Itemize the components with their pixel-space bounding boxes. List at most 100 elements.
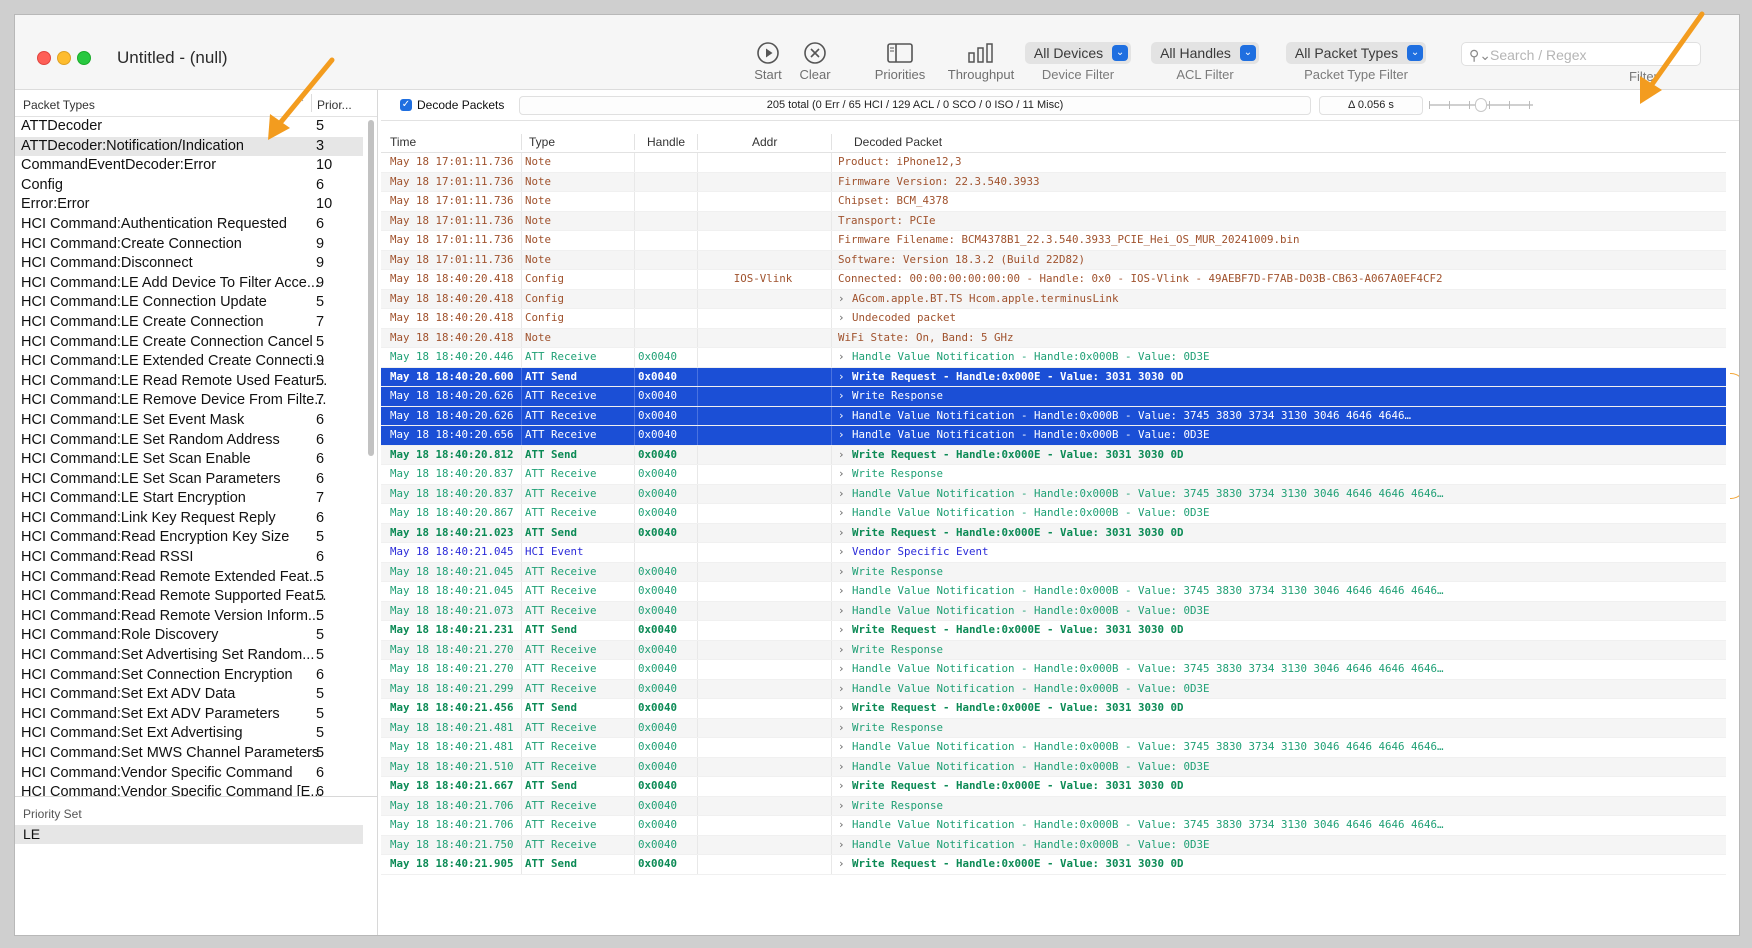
disclosure-chevron-icon[interactable]: › bbox=[838, 621, 850, 640]
disclosure-chevron-icon[interactable]: › bbox=[838, 777, 850, 796]
table-row[interactable]: May 18 17:01:11.736 Note Software: Version… bbox=[381, 250, 1726, 270]
device-filter[interactable]: All Devices ⌄ Device Filter bbox=[1023, 42, 1133, 82]
column-addr[interactable]: Addr bbox=[752, 135, 777, 149]
table-row[interactable]: May 18 18:40:20.418 Config › AGcom.apple.BT… bbox=[381, 289, 1726, 309]
packet-type-item[interactable]: HCI Command:Set MWS Channel Parameters 5 bbox=[15, 744, 363, 764]
scrollbar-thumb[interactable] bbox=[368, 120, 374, 456]
packet-type-item[interactable]: HCI Command:Set Advertising Set Random..… bbox=[15, 646, 363, 666]
table-row[interactable]: May 18 18:40:20.626 ATT Receive 0x0040 › Han… bbox=[381, 406, 1726, 426]
disclosure-chevron-icon[interactable]: › bbox=[838, 446, 850, 465]
packet-type-item[interactable]: HCI Command:Read Encryption Key Size 5 bbox=[15, 528, 363, 548]
disclosure-chevron-icon[interactable]: › bbox=[838, 387, 850, 406]
packet-type-item[interactable]: HCI Command:Vendor Specific Command 6 bbox=[15, 764, 363, 784]
decode-packets-checkbox[interactable]: ✓ bbox=[400, 99, 412, 111]
column-time[interactable]: Time bbox=[390, 135, 416, 149]
column-type[interactable]: Type bbox=[529, 135, 555, 149]
clear-button[interactable]: Clear bbox=[795, 41, 835, 82]
disclosure-chevron-icon[interactable]: › bbox=[838, 641, 850, 660]
disclosure-chevron-icon[interactable]: › bbox=[838, 660, 850, 679]
packet-type-item[interactable]: HCI Command:Read RSSI 6 bbox=[15, 548, 363, 568]
disclosure-chevron-icon[interactable]: › bbox=[838, 485, 850, 504]
packet-type-item[interactable]: HCI Command:Read Remote Supported Feat..… bbox=[15, 587, 363, 607]
packet-type-item[interactable]: HCI Command:Role Discovery 5 bbox=[15, 626, 363, 646]
disclosure-chevron-icon[interactable]: › bbox=[838, 582, 850, 601]
table-row[interactable]: May 18 18:40:21.667 ATT Send 0x0040 › Write … bbox=[381, 777, 1726, 797]
table-row[interactable]: May 18 18:40:21.231 ATT Send 0x0040 › Write … bbox=[381, 621, 1726, 641]
zoom-slider[interactable] bbox=[1429, 98, 1533, 112]
disclosure-chevron-icon[interactable]: › bbox=[838, 719, 850, 738]
disclosure-chevron-icon[interactable]: › bbox=[838, 738, 850, 757]
throughput-button[interactable]: Throughput bbox=[943, 41, 1019, 82]
disclosure-chevron-icon[interactable]: › bbox=[838, 348, 850, 367]
packet-type-item[interactable]: HCI Command:Set Connection Encryption 6 bbox=[15, 666, 363, 686]
close-window-button[interactable] bbox=[37, 51, 51, 65]
table-row[interactable]: May 18 18:40:20.812 ATT Send 0x0040 › Write … bbox=[381, 445, 1726, 465]
packet-type-item[interactable]: Error:Error 10 bbox=[15, 195, 363, 215]
packet-type-item[interactable]: HCI Command:LE Set Scan Parameters 6 bbox=[15, 470, 363, 490]
disclosure-chevron-icon[interactable]: › bbox=[838, 524, 850, 543]
packet-type-item[interactable]: HCI Command:LE Remove Device From Filte.… bbox=[15, 391, 363, 411]
packet-type-filter[interactable]: All Packet Types ⌄ Packet Type Filter bbox=[1277, 42, 1435, 82]
table-row[interactable]: May 18 18:40:21.481 ATT Receive 0x0040 › Wri… bbox=[381, 718, 1726, 738]
table-row[interactable]: May 18 18:40:21.270 ATT Receive 0x0040 › Wri… bbox=[381, 640, 1726, 660]
column-handle[interactable]: Handle bbox=[647, 135, 685, 149]
packet-type-item[interactable]: Config 6 bbox=[15, 176, 363, 196]
packet-type-item[interactable]: HCI Command:Read Remote Version Inform..… bbox=[15, 607, 363, 627]
packet-type-item[interactable]: HCI Command:LE Extended Create Connecti.… bbox=[15, 352, 363, 372]
packet-type-item[interactable]: HCI Command:Authentication Requested 6 bbox=[15, 215, 363, 235]
table-row[interactable]: May 18 18:40:21.045 HCI Event › Vendor Spec… bbox=[381, 543, 1726, 563]
priorities-button[interactable]: Priorities bbox=[868, 41, 932, 82]
packet-type-item[interactable]: HCI Command:LE Set Event Mask 6 bbox=[15, 411, 363, 431]
packet-type-item[interactable]: HCI Command:Set Ext Advertising 5 bbox=[15, 724, 363, 744]
sidebar-scrollbar[interactable] bbox=[367, 120, 375, 800]
disclosure-chevron-icon[interactable]: › bbox=[838, 426, 850, 445]
slider-knob[interactable] bbox=[1475, 98, 1487, 112]
packet-types-column-header[interactable]: Packet Types bbox=[23, 98, 95, 112]
packet-type-item[interactable]: HCI Command:LE Add Device To Filter Acce… bbox=[15, 274, 363, 294]
packet-type-item[interactable]: HCI Command:Link Key Request Reply 6 bbox=[15, 509, 363, 529]
table-row[interactable]: May 18 18:40:20.446 ATT Receive 0x0040 › Han… bbox=[381, 348, 1726, 368]
packet-type-item[interactable]: HCI Command:Create Connection 9 bbox=[15, 235, 363, 255]
table-row[interactable]: May 18 18:40:20.837 ATT Receive 0x0040 › Wri… bbox=[381, 465, 1726, 485]
table-row[interactable]: May 18 18:40:21.456 ATT Send 0x0040 › Write … bbox=[381, 699, 1726, 719]
table-row[interactable]: May 18 18:40:20.656 ATT Receive 0x0040 › Han… bbox=[381, 426, 1726, 446]
table-row[interactable]: May 18 18:40:20.418 Note WiFi State: On, B… bbox=[381, 328, 1726, 348]
table-row[interactable]: May 18 18:40:21.750 ATT Receive 0x0040 › Han… bbox=[381, 835, 1726, 855]
disclosure-chevron-icon[interactable]: › bbox=[838, 836, 850, 855]
table-row[interactable]: May 18 17:01:11.736 Note Firmware Version:… bbox=[381, 172, 1726, 192]
minimize-window-button[interactable] bbox=[57, 51, 71, 65]
table-row[interactable]: May 18 18:40:20.837 ATT Receive 0x0040 › Han… bbox=[381, 484, 1726, 504]
packet-type-item[interactable]: HCI Command:LE Connection Update 5 bbox=[15, 293, 363, 313]
column-decoded-packet[interactable]: Decoded Packet bbox=[854, 135, 942, 149]
table-row[interactable]: May 18 17:01:11.736 Note Firmware Filename… bbox=[381, 231, 1726, 251]
table-row[interactable]: May 18 18:40:21.299 ATT Receive 0x0040 › Han… bbox=[381, 679, 1726, 699]
table-row[interactable]: May 18 18:40:21.706 ATT Receive 0x0040 › Han… bbox=[381, 816, 1726, 836]
acl-filter[interactable]: All Handles ⌄ ACL Filter bbox=[1145, 42, 1265, 82]
zoom-window-button[interactable] bbox=[77, 51, 91, 65]
packet-type-filter-popup[interactable]: All Packet Types ⌄ bbox=[1285, 42, 1427, 64]
disclosure-chevron-icon[interactable]: › bbox=[838, 855, 850, 874]
table-row[interactable]: May 18 18:40:20.626 ATT Receive 0x0040 › Wri… bbox=[381, 387, 1726, 407]
table-row[interactable]: May 18 18:40:21.270 ATT Receive 0x0040 › Han… bbox=[381, 660, 1726, 680]
disclosure-chevron-icon[interactable]: › bbox=[838, 602, 850, 621]
packet-type-item[interactable]: HCI Command:LE Read Remote Used Featur..… bbox=[15, 372, 363, 392]
disclosure-chevron-icon[interactable]: › bbox=[838, 816, 850, 835]
table-row[interactable]: May 18 18:40:21.045 ATT Receive 0x0040 › Wri… bbox=[381, 562, 1726, 582]
disclosure-chevron-icon[interactable]: › bbox=[838, 543, 850, 562]
packet-type-item[interactable]: HCI Command:LE Set Random Address 6 bbox=[15, 431, 363, 451]
packet-type-item[interactable]: HCI Command:Disconnect 9 bbox=[15, 254, 363, 274]
disclosure-chevron-icon[interactable]: › bbox=[838, 563, 850, 582]
decode-packets-label[interactable]: Decode Packets bbox=[417, 98, 504, 112]
acl-filter-popup[interactable]: All Handles ⌄ bbox=[1151, 42, 1259, 64]
packet-type-item[interactable]: HCI Command:Set Ext ADV Data 5 bbox=[15, 685, 363, 705]
table-row[interactable]: May 18 18:40:20.418 Config IOS-Vlink Connec… bbox=[381, 270, 1726, 290]
priority-set-item[interactable]: LE bbox=[15, 825, 363, 844]
table-row[interactable]: May 18 18:40:21.023 ATT Send 0x0040 › Write … bbox=[381, 523, 1726, 543]
table-row[interactable]: May 18 18:40:21.045 ATT Receive 0x0040 › Han… bbox=[381, 582, 1726, 602]
table-row[interactable]: May 18 18:40:20.600 ATT Send 0x0040 › Write … bbox=[381, 367, 1726, 387]
table-row[interactable]: May 18 18:40:21.481 ATT Receive 0x0040 › Han… bbox=[381, 738, 1726, 758]
packet-type-item[interactable]: HCI Command:LE Create Connection 7 bbox=[15, 313, 363, 333]
packet-type-item[interactable]: HCI Command:LE Set Scan Enable 6 bbox=[15, 450, 363, 470]
disclosure-chevron-icon[interactable]: › bbox=[838, 368, 850, 387]
table-row[interactable]: May 18 17:01:11.736 Note Product: iPhone12… bbox=[381, 153, 1726, 173]
